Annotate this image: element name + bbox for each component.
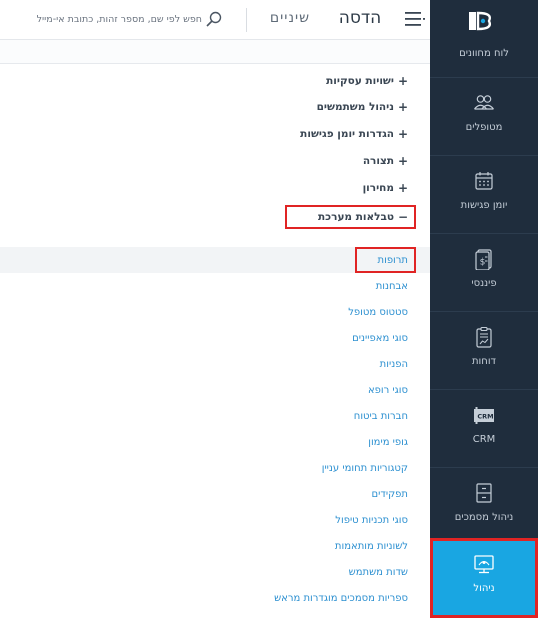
system-table-link[interactable]: תרופות: [378, 255, 408, 266]
system-table-link[interactable]: סוגי מאפיינים: [352, 333, 408, 344]
hamburger-menu-icon[interactable]: [405, 12, 425, 26]
main-sidebar: לוח מחוונים מטופלים יומן פגישות $ פיננסי…: [430, 0, 538, 618]
svg-text:$: $: [480, 258, 486, 268]
sidebar-item-crm[interactable]: CRM CRM: [430, 390, 538, 468]
expand-icon: +: [397, 74, 408, 88]
content-toolbar: [0, 40, 430, 64]
group-configuration[interactable]: + תצורה: [363, 152, 408, 170]
collapse-icon: −: [397, 210, 408, 224]
sidebar-item-finance[interactable]: $ פיננסי: [430, 234, 538, 312]
system-table-link[interactable]: שדות משתמש: [349, 567, 408, 578]
group-label: טבלאות מערכת: [318, 211, 394, 223]
crm-icon: CRM: [474, 407, 494, 424]
system-table-link[interactable]: סוגי תכניות טיפול: [335, 515, 408, 526]
page-title: הדסה: [338, 8, 382, 28]
group-label: הגדרות יומן פגישות: [300, 128, 394, 140]
system-table-link[interactable]: הפניות: [380, 359, 408, 370]
finance-icon: $: [475, 249, 492, 270]
search-input[interactable]: [8, 9, 202, 29]
top-header: הדסה שיניים: [0, 0, 430, 40]
system-table-link[interactable]: אבחנות: [376, 281, 408, 292]
system-table-link[interactable]: קטגוריות תחומי עניין: [322, 463, 408, 474]
sidebar-item-documents[interactable]: ניהול מסמכים: [430, 468, 538, 546]
patients-icon: [474, 95, 494, 110]
group-user-management[interactable]: + ניהול משתמשים: [317, 98, 408, 116]
sidebar-item-dashboard-label: לוח מחוונים: [459, 48, 509, 59]
svg-text:CRM: CRM: [477, 413, 493, 421]
expand-icon: +: [397, 127, 408, 141]
settings-content: + ישויות עסקיות + ניהול משתמשים + הגדרות…: [0, 40, 430, 618]
sidebar-item-admin-label: ניהול: [473, 583, 495, 594]
system-table-link[interactable]: גופי מימון: [368, 437, 408, 448]
expand-icon: +: [397, 181, 408, 195]
calendar-icon: [475, 172, 493, 190]
system-table-link[interactable]: סטטוס מטופל: [348, 307, 408, 318]
system-table-link[interactable]: לשוניות מותאמות: [335, 541, 408, 552]
group-system-tables[interactable]: − טבלאות מערכת: [318, 208, 408, 226]
sidebar-item-admin[interactable]: ניהול: [430, 538, 538, 618]
system-table-link[interactable]: תפקידים: [372, 489, 408, 500]
sidebar-item-finance-label: פיננסי: [471, 278, 497, 289]
group-business-entities[interactable]: + ישויות עסקיות: [326, 72, 408, 90]
documents-icon: [476, 483, 492, 503]
system-table-link[interactable]: סוגי רופא: [368, 385, 408, 396]
sidebar-item-reports[interactable]: דוחות: [430, 312, 538, 390]
group-label: ניהול משתמשים: [316, 101, 394, 113]
header-divider: [246, 8, 247, 32]
sidebar-item-documents-label: ניהול מסמכים: [454, 512, 514, 523]
system-table-link[interactable]: חברות ביטוח: [354, 411, 408, 422]
group-price-list[interactable]: + מחירון: [363, 179, 408, 197]
expand-icon: +: [397, 100, 408, 114]
system-table-link[interactable]: ספריות מסמכים מוגדרות מראש: [274, 593, 408, 604]
group-label: תצורה: [362, 155, 394, 167]
sidebar-dashboard[interactable]: לוח מחוונים: [430, 0, 538, 78]
admin-icon: [474, 555, 494, 574]
expand-icon: +: [397, 154, 408, 168]
reports-icon: [476, 326, 492, 348]
group-label: מחירון: [362, 182, 394, 194]
sidebar-item-calendar[interactable]: יומן פגישות: [430, 156, 538, 234]
sidebar-item-reports-label: דוחות: [471, 356, 496, 367]
search-icon[interactable]: [206, 11, 222, 27]
sidebar-item-patients[interactable]: מטופלים: [430, 78, 538, 156]
group-calendar-settings[interactable]: + הגדרות יומן פגישות: [300, 125, 408, 143]
sidebar-item-patients-label: מטופלים: [465, 122, 503, 133]
sidebar-item-crm-label: CRM: [472, 434, 496, 445]
clinic-subtitle: שיניים: [269, 10, 311, 26]
group-label: ישויות עסקיות: [326, 75, 394, 87]
app-logo-icon: [469, 11, 492, 31]
sidebar-item-calendar-label: יומן פגישות: [460, 200, 508, 211]
